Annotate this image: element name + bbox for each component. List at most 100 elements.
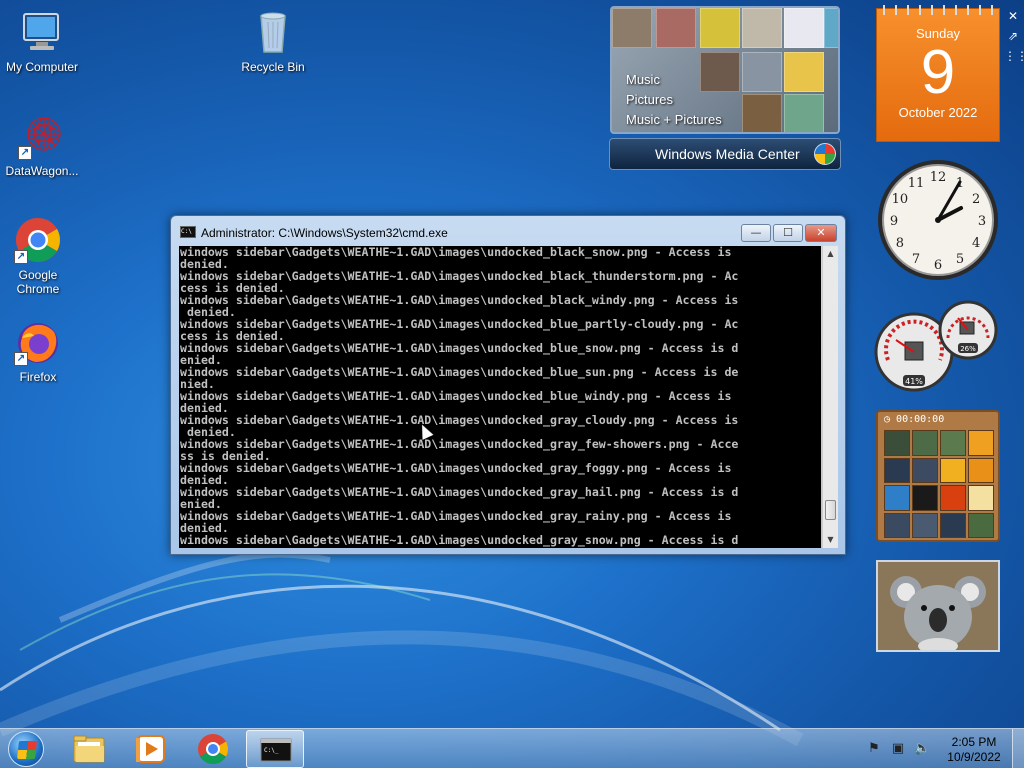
console-line: windows sidebar\Gadgets\WEATHE~1.GAD\ima… — [180, 246, 732, 259]
desktop-icon-firefox[interactable]: ↗ Firefox — [0, 318, 80, 384]
puzzle-tile[interactable] — [968, 430, 994, 456]
desktop-icon-label: Google Chrome — [16, 268, 60, 296]
desktop-icon-label: Recycle Bin — [241, 60, 305, 74]
start-button[interactable] — [8, 731, 44, 767]
cmd-app-icon[interactable]: C:\ — [180, 226, 196, 238]
calendar-gadget[interactable]: Sunday 9 October 2022 — [876, 5, 1001, 142]
puzzle-tile[interactable] — [912, 512, 938, 538]
taskbar-clock[interactable]: 2:05 PM 10/9/2022 — [944, 735, 1004, 765]
desktop-icon-label: DataWagon... — [5, 164, 79, 178]
cpu-percent: 41% — [905, 377, 923, 386]
cpu-meter-gadget[interactable]: 41% 26% — [874, 300, 1002, 396]
puzzle-tile[interactable] — [884, 485, 910, 511]
console-output[interactable]: windows sidebar\Gadgets\WEATHE~1.GAD\ima… — [179, 246, 821, 548]
cmd-window-title: Administrator: C:\Windows\System32\cmd.e… — [201, 226, 448, 240]
media-tile — [742, 52, 782, 92]
media-center-menu: Music Pictures Music + Pictures — [626, 70, 722, 130]
clock-numeral: 8 — [896, 236, 904, 251]
firefox-icon: ↗ — [14, 318, 62, 366]
media-tile — [784, 52, 824, 92]
puzzle-timer: ◷ 00:00:00 — [884, 414, 945, 425]
calendar-month-year: October 2022 — [898, 105, 978, 120]
media-menu-music[interactable]: Music — [626, 70, 722, 90]
media-tile — [700, 8, 740, 48]
taskbar: C:\_ ⚑ ▣ 🔈 2:05 PM 10/9/2022 — [0, 728, 1024, 768]
console-line: windows sidebar\Gadgets\WEATHE~1.GAD\ima… — [180, 533, 739, 547]
media-center-launch-bar[interactable]: Windows Media Center — [609, 138, 841, 170]
media-menu-music-pictures[interactable]: Music + Pictures — [626, 110, 722, 130]
koala-photo — [878, 562, 998, 650]
gadget-close-icon[interactable]: ✕ — [1004, 8, 1022, 24]
slideshow-gadget[interactable] — [876, 560, 1000, 652]
memory-percent: 26% — [960, 345, 976, 353]
network-icon[interactable]: ▣ — [890, 741, 906, 757]
chrome-icon: ↗ — [14, 216, 62, 264]
puzzle-tile[interactable] — [884, 430, 910, 456]
calendar-rings — [877, 5, 1001, 15]
cmd-icon: C:\_ — [260, 738, 292, 762]
cmd-window[interactable]: C:\ Administrator: C:\Windows\System32\c… — [170, 215, 846, 555]
datawagon-icon: ↗ — [18, 112, 66, 160]
calendar-day: 9 — [920, 38, 956, 107]
puzzle-tile[interactable] — [940, 457, 966, 483]
taskbar-cmd-button[interactable]: C:\_ — [246, 730, 304, 768]
desktop-icon-label: Firefox — [19, 370, 57, 384]
puzzle-tile[interactable] — [912, 430, 938, 456]
media-tile — [824, 8, 838, 48]
desktop-icon-label: My Computer — [5, 60, 79, 74]
taskbar-time: 2:05 PM — [951, 735, 997, 749]
scroll-thumb[interactable] — [825, 500, 836, 520]
desktop-icon-datawagon[interactable]: ↗ DataWagon... — [0, 112, 84, 178]
scroll-down-arrow-icon[interactable]: ▼ — [823, 532, 838, 548]
puzzle-tile[interactable] — [884, 457, 910, 483]
volume-icon[interactable]: 🔈 — [914, 741, 930, 757]
puzzle-tile[interactable] — [940, 485, 966, 511]
svg-text:C:\_: C:\_ — [264, 747, 279, 754]
desktop-icon-my-computer[interactable]: My Computer — [0, 8, 84, 74]
media-center-gadget[interactable]: Music Pictures Music + Pictures — [610, 6, 840, 134]
media-tile — [742, 8, 782, 48]
media-player-icon — [136, 735, 165, 763]
puzzle-tile[interactable] — [940, 430, 966, 456]
taskbar-chrome-button[interactable] — [184, 730, 242, 768]
puzzle-tile[interactable] — [940, 512, 966, 538]
media-tile — [784, 94, 824, 132]
clock-numeral: 9 — [890, 214, 898, 229]
puzzle-tile[interactable] — [884, 512, 910, 538]
media-tile — [656, 8, 696, 48]
puzzle-tile[interactable] — [968, 457, 994, 483]
shortcut-arrow-icon: ↗ — [18, 146, 32, 160]
puzzle-grid[interactable] — [884, 430, 994, 538]
show-desktop-button[interactable] — [1012, 729, 1024, 768]
media-tile — [742, 94, 782, 132]
close-button[interactable]: ✕ — [805, 224, 837, 242]
cmd-title-bar[interactable]: C:\ Administrator: C:\Windows\System32\c… — [171, 216, 845, 245]
gadget-drag-handle-icon[interactable]: ⋮⋮ — [1004, 48, 1024, 64]
clock-numeral: 5 — [956, 252, 964, 267]
console-scrollbar[interactable]: ▲ ▼ — [822, 246, 838, 548]
puzzle-tile[interactable] — [912, 457, 938, 483]
gadget-size-icon[interactable]: ⇗ — [1004, 28, 1022, 44]
clock-numeral: 6 — [934, 258, 942, 273]
console-line: windows sidebar\Gadgets\WEATHE~1.GAD\ima… — [180, 509, 732, 523]
desktop-icon-recycle-bin[interactable]: Recycle Bin — [231, 8, 315, 74]
puzzle-tile[interactable] — [968, 485, 994, 511]
taskbar-explorer-button[interactable] — [60, 730, 118, 768]
minimize-button[interactable]: — — [741, 224, 771, 242]
action-center-icon[interactable]: ⚑ — [866, 741, 882, 757]
puzzle-tile[interactable] — [912, 485, 938, 511]
puzzle-tile[interactable] — [968, 512, 994, 538]
taskbar-media-player-button[interactable] — [122, 730, 180, 768]
clock-gadget[interactable]: 123456789101112 — [876, 158, 1000, 282]
maximize-button[interactable]: ☐ — [773, 224, 803, 242]
media-tile — [612, 8, 652, 48]
console-line: windows sidebar\Gadgets\WEATHE~1.GAD\ima… — [180, 341, 739, 355]
scroll-up-arrow-icon[interactable]: ▲ — [823, 246, 838, 262]
windows-logo-icon — [814, 143, 836, 165]
desktop-icon-google-chrome[interactable]: ↗ Google Chrome — [0, 216, 80, 296]
media-menu-pictures[interactable]: Pictures — [626, 90, 722, 110]
windows-logo-icon — [17, 741, 37, 759]
console-line: windows sidebar\Gadgets\WEATHE~1.GAD\ima… — [180, 293, 739, 307]
clock-numeral: 11 — [908, 176, 925, 191]
picture-puzzle-gadget[interactable]: ◷ 00:00:00 — [876, 410, 1000, 542]
